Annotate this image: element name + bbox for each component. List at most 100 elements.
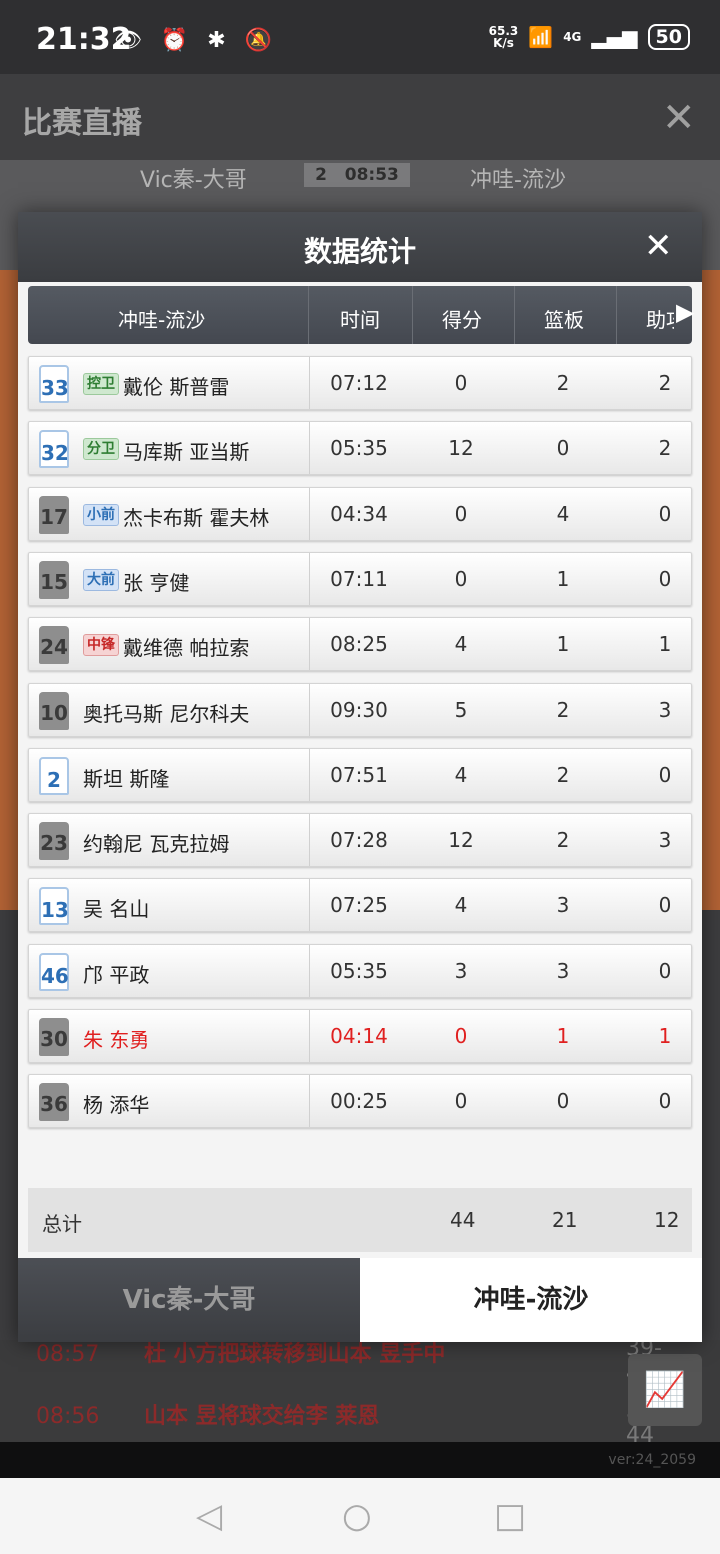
team-tabs: Vic秦-大哥 冲哇-流沙	[18, 1258, 702, 1342]
wifi-icon: 📶	[528, 25, 554, 49]
player-points: 0	[454, 501, 468, 526]
player-points: 4	[454, 632, 468, 657]
total-rebounds: 21	[552, 1208, 578, 1232]
battery-level: 50	[647, 24, 690, 50]
player-assists: 0	[658, 762, 672, 787]
player-rebounds: 1	[556, 1024, 570, 1048]
total-assists: 12	[654, 1208, 680, 1232]
player-assists: 2	[658, 436, 672, 461]
player-name: 约翰尼 瓦克拉姆	[83, 832, 230, 857]
player-time: 08:25	[330, 632, 388, 657]
player-name: 邝 平政	[83, 962, 150, 987]
jersey-icon: 24	[39, 626, 69, 665]
player-rebounds: 3	[556, 958, 570, 983]
player-assists: 0	[658, 958, 672, 983]
player-row[interactable]: 24 中锋 戴维德 帕拉索 08:25 4 1 1	[28, 617, 692, 672]
player-name: 戴维德 帕拉索	[123, 636, 250, 661]
player-points: 5	[454, 697, 468, 722]
player-rebounds: 4	[556, 501, 570, 526]
back-icon[interactable]: ◁	[196, 1496, 222, 1536]
jersey-icon: 2	[39, 756, 69, 795]
player-row[interactable]: 36 杨 添华 00:25 0 0 0	[28, 1074, 692, 1129]
signal-icon: ▂▄▆	[591, 25, 638, 49]
player-assists: 0	[658, 501, 672, 526]
player-row[interactable]: 2 斯坦 斯隆 07:51 4 2 0	[28, 747, 692, 802]
player-row[interactable]: 15 大前张 亨健 07:11 0 1 0	[28, 551, 692, 606]
player-assists: 0	[658, 1089, 672, 1114]
signal-4g: 4G	[563, 30, 582, 44]
player-name: 马库斯 亚当斯	[123, 440, 250, 465]
home-icon[interactable]: ○	[342, 1496, 372, 1536]
player-time: 05:35	[330, 958, 388, 983]
player-rebounds: 2	[556, 762, 570, 787]
scoreboard-team-a: Vic秦-大哥	[140, 168, 247, 193]
player-name: 杰卡布斯 霍夫林	[123, 505, 270, 530]
player-points: 12	[448, 436, 474, 461]
player-name: 杨 添华	[83, 1093, 150, 1118]
player-row[interactable]: 10 奥托马斯 尼尔科夫 09:30 5 2 3	[28, 682, 692, 737]
position-badge: 控卫	[83, 373, 119, 395]
player-row[interactable]: 17 小前 杰卡布斯 霍夫林 04:34 0 4 0	[28, 486, 692, 541]
player-rebounds: 2	[556, 697, 570, 722]
status-icons: 👁 ⏰ ✱ 🔕	[114, 28, 279, 53]
jersey-icon: 36	[39, 1083, 69, 1122]
column-points[interactable]: 得分	[442, 304, 482, 333]
jersey-icon: 33	[39, 365, 69, 403]
player-row[interactable]: 33 控卫 戴伦 斯普雷 07:12 0 2 2	[28, 356, 692, 410]
total-label: 总计	[42, 1212, 82, 1236]
column-team: 冲哇-流沙	[118, 308, 206, 332]
player-assists: 2	[658, 371, 672, 395]
player-points: 4	[454, 893, 468, 918]
recents-icon[interactable]: □	[494, 1496, 526, 1536]
network-speed: 65.3 K/s	[488, 24, 519, 50]
player-name: 奥托马斯 尼尔科夫	[83, 701, 250, 726]
player-rebounds: 2	[556, 371, 570, 395]
player-points: 4	[454, 762, 468, 787]
player-rebounds: 1	[556, 566, 570, 591]
player-time: 07:12	[330, 371, 388, 395]
player-time: 04:34	[330, 501, 388, 526]
tab-team-a[interactable]: Vic秦-大哥	[18, 1258, 360, 1342]
player-time: 04:14	[330, 1024, 388, 1048]
player-points: 12	[448, 828, 474, 853]
position-badge: 中锋	[83, 634, 119, 657]
player-row[interactable]: 13 吴 名山 07:25 4 3 0	[28, 878, 692, 933]
status-right: 65.3 K/s 📶 4G ▂▄▆ 50	[489, 24, 690, 50]
player-time: 07:25	[330, 893, 388, 918]
jersey-icon: 15	[39, 560, 69, 599]
page-close-icon[interactable]: ✕	[662, 95, 696, 141]
scroll-right-icon[interactable]: ▶	[676, 298, 694, 326]
player-row[interactable]: 23 约翰尼 瓦克拉姆 07:28 12 2 3	[28, 813, 692, 868]
player-time: 07:28	[330, 828, 388, 853]
player-row[interactable]: 30 朱 东勇 04:14 0 1 1	[28, 1009, 692, 1063]
player-name: 吴 名山	[83, 897, 150, 922]
log-row: 08:56山本 昱将球交给李 莱恩39-44	[36, 1398, 662, 1448]
player-points: 0	[454, 566, 468, 591]
player-points: 0	[454, 1024, 468, 1048]
chart-icon[interactable]: 📈	[628, 1354, 702, 1426]
player-time: 05:35	[330, 436, 388, 461]
dialog-title: 数据统计	[303, 235, 416, 268]
column-rebounds[interactable]: 篮板	[544, 304, 584, 333]
player-assists: 3	[658, 697, 672, 722]
dialog-close-icon[interactable]: ✕	[644, 226, 673, 266]
player-name: 斯坦 斯隆	[83, 766, 170, 791]
column-time[interactable]: 时间	[340, 304, 380, 333]
stats-column-header: 冲哇-流沙 时间 得分 篮板 助攻 ▶	[28, 286, 694, 344]
jersey-icon: 32	[39, 430, 69, 469]
player-assists: 1	[658, 1024, 672, 1048]
player-points: 0	[454, 1089, 468, 1114]
player-time: 09:30	[330, 697, 388, 722]
player-row[interactable]: 32 分卫 马库斯 亚当斯 05:35 12 0 2	[28, 421, 692, 476]
jersey-icon: 46	[39, 952, 69, 991]
player-time: 07:11	[330, 566, 388, 591]
player-row[interactable]: 46 邝 平政 05:35 3 3 0	[28, 943, 692, 998]
status-bar: 21:32 👁 ⏰ ✱ 🔕 65.3 K/s 📶 4G ▂▄▆ 50	[0, 0, 720, 74]
player-name: 张 亨健	[123, 570, 190, 595]
column-assists[interactable]: 助攻	[646, 304, 674, 333]
player-rebounds: 3	[556, 893, 570, 918]
tab-team-b[interactable]: 冲哇-流沙	[360, 1258, 702, 1342]
player-rebounds: 0	[556, 436, 570, 461]
jersey-icon: 10	[39, 691, 69, 730]
player-assists: 0	[658, 566, 672, 591]
